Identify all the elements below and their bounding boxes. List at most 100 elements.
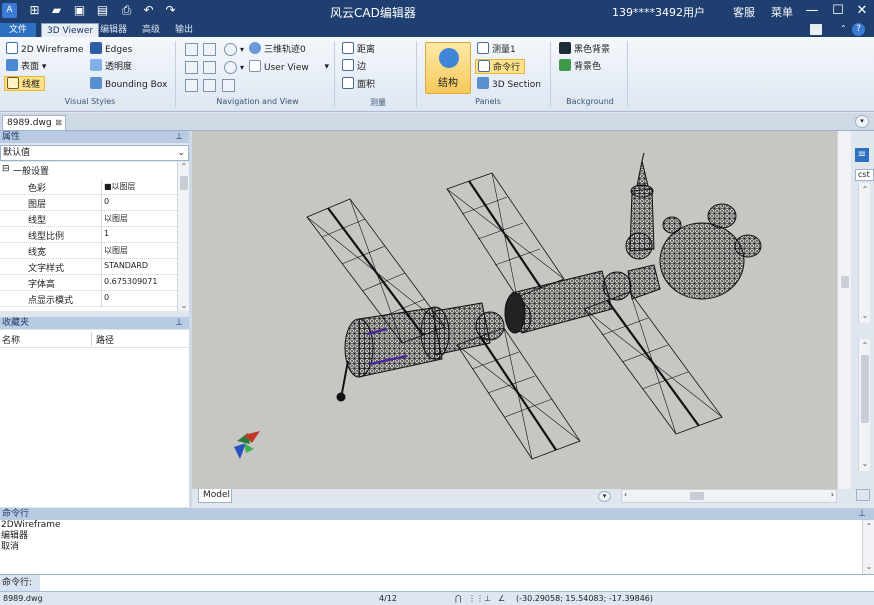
close-icon[interactable]: ✕ bbox=[853, 2, 871, 20]
property-row[interactable]: 线型比例 1 bbox=[0, 227, 177, 243]
column-header-name[interactable]: 名称 bbox=[2, 333, 20, 346]
zoom-out-dropdown-arrow[interactable]: ▾ bbox=[240, 60, 244, 75]
print-icon[interactable]: ⎙ bbox=[119, 3, 134, 18]
resize-grip-icon[interactable] bbox=[856, 489, 870, 501]
support-button[interactable]: 客服 bbox=[733, 4, 755, 20]
new-file-icon[interactable]: ⊞ bbox=[27, 3, 42, 18]
walk-icon[interactable] bbox=[185, 79, 198, 92]
structure-button[interactable]: 结构 bbox=[425, 42, 471, 94]
minimize-icon[interactable]: — bbox=[803, 2, 821, 20]
maximize-icon[interactable]: ☐ bbox=[829, 2, 847, 20]
property-row[interactable]: 色彩 ■以图层 bbox=[0, 179, 177, 195]
user-view-dropdown[interactable]: User View ▾ bbox=[249, 60, 329, 75]
property-row[interactable]: 文字样式 STANDARD bbox=[0, 259, 177, 275]
model-tab[interactable]: Model bbox=[198, 489, 232, 503]
property-row[interactable]: 点显示模式 0 bbox=[0, 291, 177, 307]
collapse-icon[interactable]: ⊟ bbox=[2, 164, 10, 174]
tab-3d-viewer[interactable]: 3D Viewer bbox=[41, 23, 100, 37]
property-row[interactable]: 字体高 0.675309071 bbox=[0, 275, 177, 291]
scroll-right-icon[interactable]: › bbox=[831, 490, 834, 499]
tab-editor[interactable]: 编辑器 bbox=[95, 23, 132, 37]
app-title: 风云CAD编辑器 bbox=[330, 6, 416, 20]
property-row[interactable]: 线宽 以图层 bbox=[0, 243, 177, 259]
tab-output[interactable]: 输出 bbox=[170, 23, 198, 37]
help-icon[interactable]: ? bbox=[852, 23, 865, 36]
distance-button[interactable]: 距离 bbox=[342, 42, 375, 57]
command-scrollbar[interactable]: ⌃ ⌄ bbox=[862, 520, 874, 574]
polar-icon[interactable]: ∠ bbox=[498, 592, 505, 605]
viewport-horizontal-scrollbar[interactable]: ‹ › bbox=[621, 489, 837, 503]
property-section[interactable]: ⊟ 一般设置 bbox=[0, 162, 177, 178]
zoom-dropdown-arrow[interactable]: ▾ bbox=[240, 42, 244, 57]
wireframe-2d-button[interactable]: 2D Wireframe bbox=[6, 42, 83, 57]
layout-list-icon[interactable]: ▾ bbox=[598, 491, 611, 502]
user-account[interactable]: 139****3492用户 bbox=[612, 4, 705, 20]
orbit-button[interactable]: 三维轨迹0 bbox=[249, 42, 306, 57]
black-background-button[interactable]: 黑色背景 bbox=[559, 42, 610, 57]
scroll-up-icon[interactable]: ⌃ bbox=[863, 522, 874, 532]
viewport-vertical-scrollbar[interactable] bbox=[837, 131, 851, 489]
scroll-thumb[interactable] bbox=[861, 355, 869, 423]
scroll-thumb[interactable] bbox=[690, 492, 704, 500]
zoom-in-icon[interactable] bbox=[224, 43, 237, 56]
frame-button[interactable]: 线框 bbox=[4, 76, 46, 91]
close-tab-icon[interactable]: ⊠ bbox=[55, 116, 62, 130]
right-panel-scrollbar-2[interactable]: ⌃ ⌄ bbox=[858, 339, 870, 471]
tab-file[interactable]: 文件 bbox=[0, 23, 36, 37]
properties-scrollbar[interactable]: ⌃ ⌄ bbox=[177, 162, 189, 311]
scroll-thumb[interactable] bbox=[841, 276, 849, 288]
open-folder-icon[interactable]: ▰ bbox=[49, 3, 64, 18]
property-row[interactable]: 线型 以图层 bbox=[0, 211, 177, 227]
column-header-path[interactable]: 路径 bbox=[96, 333, 114, 346]
scroll-down-icon[interactable]: ⌄ bbox=[859, 311, 871, 321]
scroll-thumb[interactable] bbox=[180, 176, 188, 190]
menu-button[interactable]: 菜单 bbox=[771, 4, 793, 20]
edge-button[interactable]: 边 bbox=[342, 59, 366, 74]
scroll-down-icon[interactable]: ⌄ bbox=[863, 562, 874, 572]
ribbon-collapse-icon[interactable]: ⌃ bbox=[840, 24, 848, 35]
grid-icon[interactable]: ⋮⋮ bbox=[468, 592, 484, 605]
measure1-button[interactable]: 测量1 bbox=[477, 42, 516, 57]
area-button[interactable]: 面积 bbox=[342, 77, 375, 92]
panel-list-icon[interactable]: ≡ bbox=[855, 148, 869, 162]
save-icon[interactable]: ▣ bbox=[72, 3, 87, 18]
ortho-icon[interactable]: ⊥ bbox=[484, 592, 491, 605]
zoom-window-icon[interactable] bbox=[203, 43, 216, 56]
redo-icon[interactable]: ↷ bbox=[163, 3, 178, 18]
right-panel-tab[interactable]: cst bbox=[855, 169, 874, 181]
command-input[interactable] bbox=[42, 575, 872, 591]
tab-list-icon[interactable]: ▾ bbox=[855, 115, 869, 128]
surface-button[interactable]: 表面 ▾ bbox=[6, 59, 46, 74]
tab-advanced[interactable]: 高级 bbox=[137, 23, 165, 37]
pin-icon[interactable]: ⊥ bbox=[858, 508, 866, 520]
zoom-out-icon[interactable] bbox=[224, 61, 237, 74]
zoom-extents-icon[interactable] bbox=[203, 61, 216, 74]
transparency-button[interactable]: 透明度 bbox=[90, 59, 132, 74]
background-color-button[interactable]: 背景色 bbox=[559, 59, 601, 74]
scroll-left-icon[interactable]: ‹ bbox=[624, 490, 627, 499]
snap-icon[interactable]: ⋂ bbox=[455, 592, 462, 605]
pan-icon[interactable] bbox=[185, 43, 198, 56]
fly-icon[interactable] bbox=[203, 79, 216, 92]
properties-header: 属性 ⊥ bbox=[0, 131, 189, 143]
scroll-down-icon[interactable]: ⌄ bbox=[859, 459, 871, 469]
pin-icon[interactable]: ⊥ bbox=[175, 317, 183, 329]
property-row[interactable]: 图层 0 bbox=[0, 195, 177, 211]
document-tab[interactable]: 8989.dwg ⊠ bbox=[2, 115, 66, 130]
right-panel-scrollbar[interactable]: ⌃ ⌄ bbox=[858, 183, 870, 323]
edges-button[interactable]: Edges bbox=[90, 42, 132, 57]
hand-icon[interactable] bbox=[222, 79, 235, 92]
app-logo-icon[interactable]: A bbox=[2, 3, 17, 18]
pin-icon[interactable]: ⊥ bbox=[175, 131, 183, 143]
bounding-box-button[interactable]: Bounding Box bbox=[90, 77, 167, 92]
save-as-icon[interactable]: ▤ bbox=[95, 3, 110, 18]
3d-viewport[interactable] bbox=[192, 131, 837, 489]
section-3d-button[interactable]: 3D Section bbox=[477, 77, 541, 92]
rotate-icon[interactable] bbox=[185, 61, 198, 74]
scroll-up-icon[interactable]: ⌃ bbox=[859, 185, 871, 195]
command-line-toggle[interactable]: 命令行 bbox=[475, 59, 526, 74]
undo-icon[interactable]: ↶ bbox=[141, 3, 156, 18]
scroll-up-icon[interactable]: ⌃ bbox=[859, 341, 871, 351]
properties-dropdown[interactable]: 默认值 ⌄ bbox=[0, 145, 189, 161]
layout-icon[interactable] bbox=[810, 24, 822, 35]
